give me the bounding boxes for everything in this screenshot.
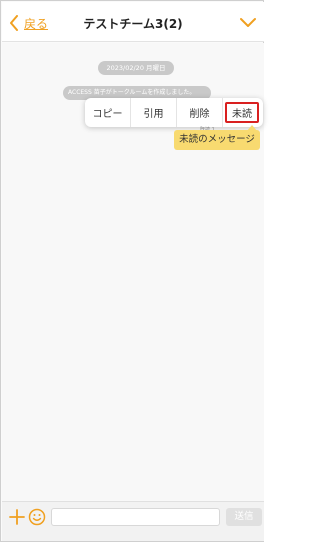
message-input[interactable] — [51, 508, 220, 526]
message-context-menu: コピー 引用 削除 未読 — [85, 98, 263, 127]
smiley-icon[interactable] — [28, 508, 46, 526]
header-bar: 戻る テストチーム3(2) — [2, 2, 264, 42]
chevron-down-icon[interactable] — [240, 16, 256, 28]
date-separator: 2023/02/20 月曜日 — [98, 61, 174, 75]
menu-item-copy[interactable]: コピー — [85, 98, 131, 127]
chat-title: テストチーム3(2) — [83, 17, 183, 31]
menu-item-delete[interactable]: 削除 — [177, 98, 223, 127]
menu-item-quote[interactable]: 引用 — [131, 98, 177, 127]
plus-icon[interactable] — [8, 508, 26, 526]
message-bubble[interactable]: 未読のメッセージ — [174, 130, 260, 150]
composer-bar: 送信 — [2, 501, 264, 541]
chat-area[interactable]: 2023/02/20 月曜日 ACCESS 苗子がトークルームを作成しました。 … — [2, 43, 264, 501]
send-button[interactable]: 送信 — [226, 508, 262, 526]
app-frame: 戻る テストチーム3(2) 2023/02/20 月曜日 ACCESS 苗子がト… — [0, 0, 264, 542]
menu-item-unread[interactable]: 未読 — [225, 102, 259, 123]
